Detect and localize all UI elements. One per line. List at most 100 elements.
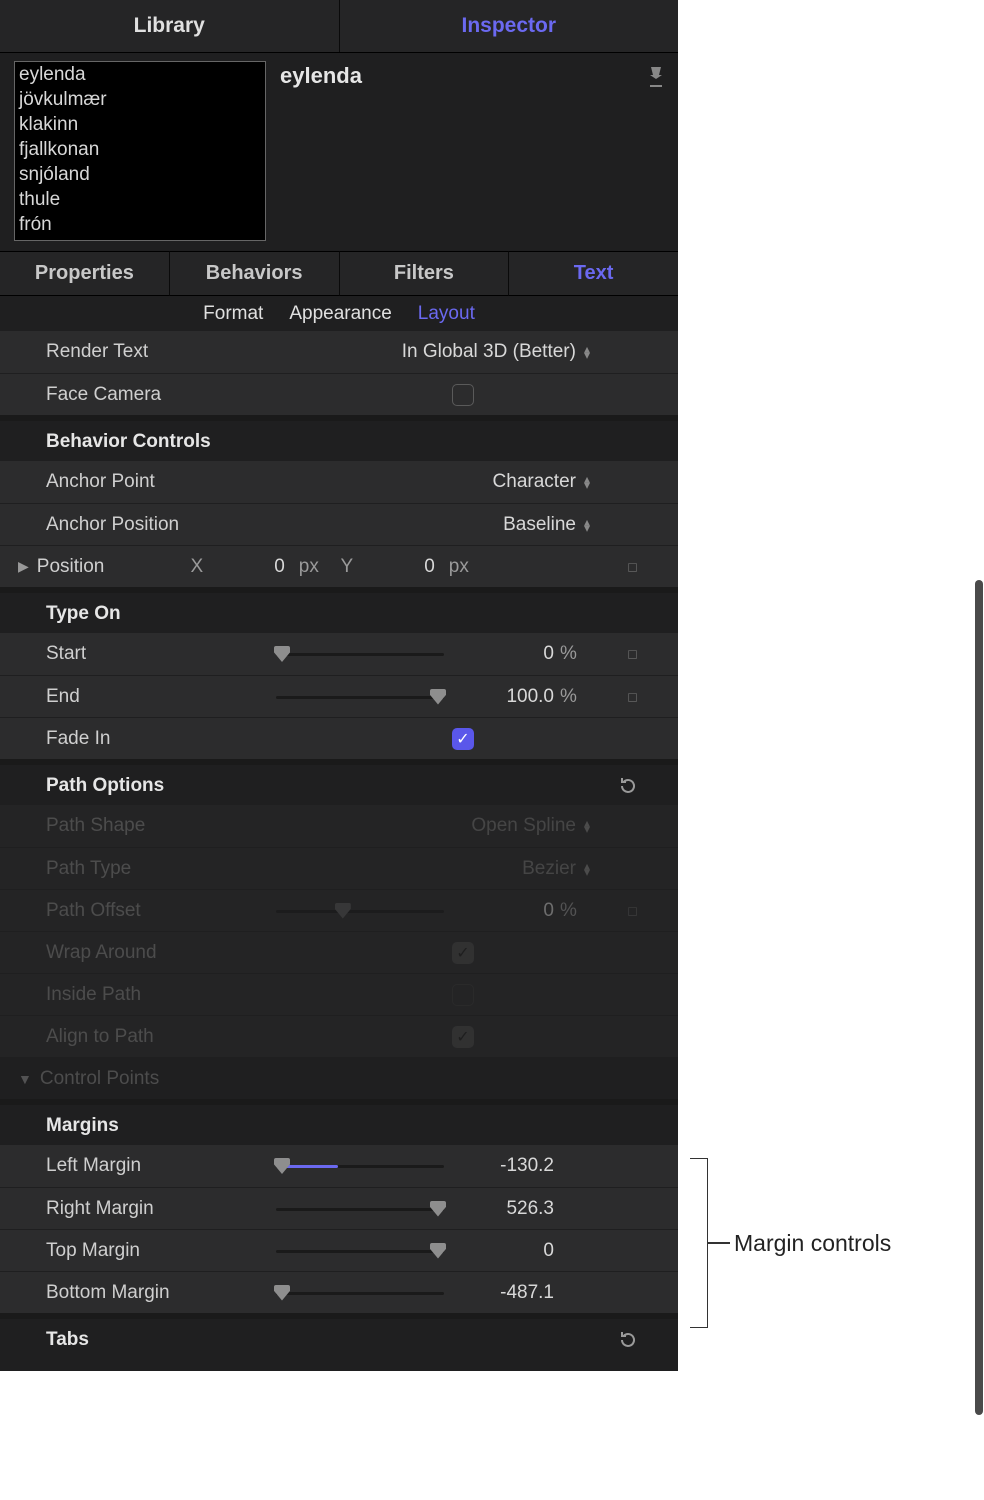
row-align-to-path: Align to Path ✓ <box>0 1015 678 1057</box>
value-top-margin[interactable]: 0 <box>444 1240 554 1262</box>
label-bottom-margin: Bottom Margin <box>46 1282 216 1304</box>
reset-path-options-icon[interactable] <box>618 776 638 796</box>
annotation-margin-controls: Margin controls <box>690 1158 891 1328</box>
tab-properties[interactable]: Properties <box>0 251 169 296</box>
row-inside-path: Inside Path <box>0 973 678 1015</box>
section-behavior-controls: Behavior Controls <box>0 421 678 461</box>
row-right-margin: Right Margin 526.3 <box>0 1187 678 1229</box>
row-position: ▶ Position X 0 px Y 0 px ◇ <box>0 545 678 587</box>
label-path-type: Path Type <box>46 858 216 880</box>
scroll-thumb[interactable] <box>975 580 983 1415</box>
stepper-icon: ▴▾ <box>584 476 590 488</box>
slider-start[interactable] <box>276 644 444 664</box>
value-x[interactable]: 0 <box>215 556 285 578</box>
inspector-panel: Library Inspector eylendajövkulmærklakin… <box>0 0 678 1371</box>
value-path-shape: Open Spline <box>471 815 576 837</box>
stepper-icon: ▴▾ <box>584 820 590 832</box>
label-start: Start <box>46 643 216 665</box>
tab-text[interactable]: Text <box>508 251 678 296</box>
unit-start: % <box>554 643 590 665</box>
keyframe-icon[interactable]: ◇ <box>622 643 645 666</box>
tab-format[interactable]: Format <box>203 303 263 325</box>
disclosure-control-points: ▼ <box>18 1071 32 1087</box>
row-anchor-position: Anchor Position Baseline ▴▾ <box>0 503 678 545</box>
unit-y: px <box>443 556 479 578</box>
section-path-options: Path Options <box>0 765 678 805</box>
dropdown-render-text[interactable]: In Global 3D (Better) ▴▾ <box>402 341 590 363</box>
layout-content: Render Text In Global 3D (Better) ▴▾ Fac… <box>0 331 678 1371</box>
heading-tabs: Tabs <box>46 1329 89 1351</box>
value-path-offset: 0 <box>444 900 554 922</box>
row-render-text: Render Text In Global 3D (Better) ▴▾ <box>0 331 678 373</box>
row-face-camera: Face Camera <box>0 373 678 415</box>
heading-path-options: Path Options <box>46 775 164 797</box>
slider-path-offset <box>276 901 444 921</box>
scrollbar[interactable] <box>974 580 984 1488</box>
keyframe-icon[interactable]: ◇ <box>622 685 645 708</box>
slider-bottom-margin[interactable] <box>276 1283 444 1303</box>
section-margins: Margins <box>0 1105 678 1145</box>
keyframe-icon[interactable]: ◇ <box>622 555 645 578</box>
tab-layout[interactable]: Layout <box>418 303 475 325</box>
value-right-margin[interactable]: 526.3 <box>444 1198 554 1220</box>
slider-top-margin[interactable] <box>276 1241 444 1261</box>
pin-icon[interactable] <box>646 65 666 89</box>
dropdown-anchor-point[interactable]: Character ▴▾ <box>493 471 590 493</box>
tab-inspector[interactable]: Inspector <box>339 0 679 52</box>
keyframe-icon: ◇ <box>622 899 645 922</box>
object-name: eylenda <box>280 61 632 89</box>
slider-end[interactable] <box>276 687 444 707</box>
row-type-on-end: End 100.0 % ◇ <box>0 675 678 717</box>
row-bottom-margin: Bottom Margin -487.1 <box>0 1271 678 1313</box>
label-path-offset: Path Offset <box>46 900 216 922</box>
section-tabs: Tabs <box>0 1319 678 1359</box>
value-bottom-margin[interactable]: -487.1 <box>444 1282 554 1304</box>
label-fade-in: Fade In <box>46 728 216 750</box>
label-align-to-path: Align to Path <box>46 1026 216 1048</box>
slider-right-margin[interactable] <box>276 1199 444 1219</box>
label-right-margin: Right Margin <box>46 1198 216 1220</box>
row-left-margin: Left Margin -130.2 <box>0 1145 678 1187</box>
value-left-margin[interactable]: -130.2 <box>444 1155 554 1177</box>
checkbox-fade-in[interactable]: ✓ <box>452 728 474 750</box>
label-inside-path: Inside Path <box>46 984 216 1006</box>
row-top-margin: Top Margin 0 <box>0 1229 678 1271</box>
sub-tabs: Properties Behaviors Filters Text <box>0 251 678 296</box>
main-tabs: Library Inspector <box>0 0 678 53</box>
label-position: Position <box>37 556 187 578</box>
disclosure-position[interactable]: ▶ <box>18 558 29 575</box>
text-preview: eylendajövkulmærklakinnfjallkonansnjólan… <box>14 61 266 241</box>
row-path-type: Path Type Bezier ▴▾ <box>0 847 678 889</box>
dropdown-anchor-position[interactable]: Baseline ▴▾ <box>503 514 590 536</box>
label-y: Y <box>337 556 357 578</box>
stepper-icon: ▴▾ <box>584 519 590 531</box>
tab-library[interactable]: Library <box>0 0 339 52</box>
checkbox-inside-path <box>452 984 474 1006</box>
label-control-points: Control Points <box>40 1068 159 1090</box>
row-control-points: ▼ Control Points <box>0 1057 678 1099</box>
row-fade-in: Fade In ✓ <box>0 717 678 759</box>
stepper-icon: ▴▾ <box>584 346 590 358</box>
label-left-margin: Left Margin <box>46 1155 216 1177</box>
tab-appearance[interactable]: Appearance <box>289 303 391 325</box>
reset-tabs-icon[interactable] <box>618 1330 638 1350</box>
value-end[interactable]: 100.0 <box>444 686 554 708</box>
value-render-text: In Global 3D (Better) <box>402 341 576 363</box>
unit-path-offset: % <box>554 900 590 922</box>
tab-filters[interactable]: Filters <box>339 251 509 296</box>
unit-end: % <box>554 686 590 708</box>
unit-x: px <box>293 556 329 578</box>
tab-behaviors[interactable]: Behaviors <box>169 251 339 296</box>
label-wrap-around: Wrap Around <box>46 942 216 964</box>
text-subtabs: Format Appearance Layout <box>0 296 678 331</box>
value-start[interactable]: 0 <box>444 643 554 665</box>
slider-left-margin[interactable] <box>276 1156 444 1176</box>
value-anchor-position: Baseline <box>503 514 576 536</box>
dropdown-path-type: Bezier ▴▾ <box>522 858 590 880</box>
stepper-icon: ▴▾ <box>584 863 590 875</box>
dropdown-path-shape: Open Spline ▴▾ <box>471 815 590 837</box>
value-y[interactable]: 0 <box>365 556 435 578</box>
checkbox-face-camera[interactable] <box>452 384 474 406</box>
label-top-margin: Top Margin <box>46 1240 216 1262</box>
annotation-text: Margin controls <box>730 1230 891 1257</box>
